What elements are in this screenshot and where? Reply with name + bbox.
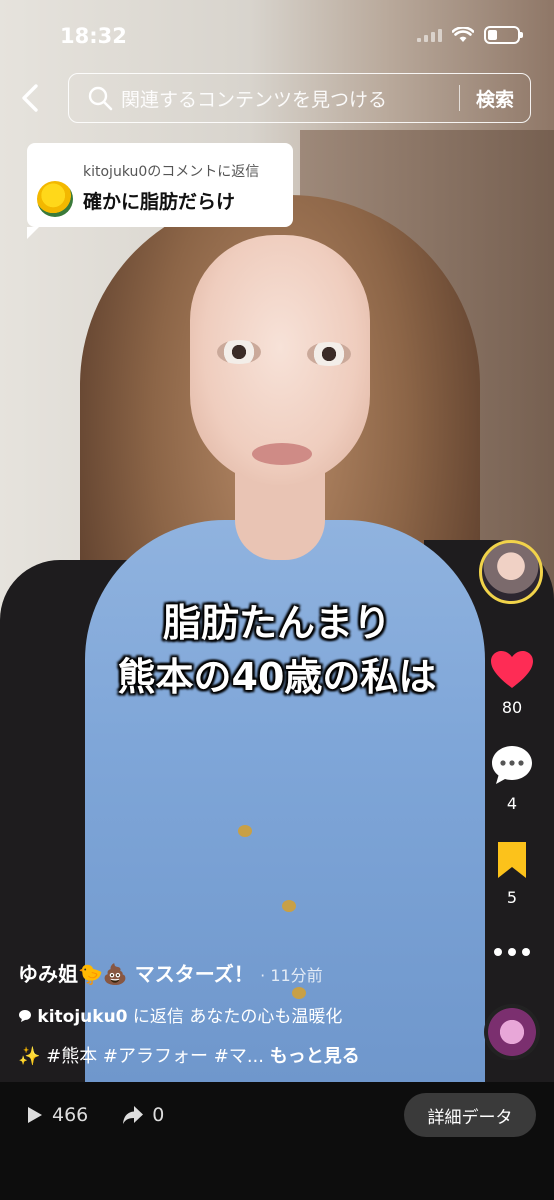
eye-right <box>307 342 351 366</box>
reply-user[interactable]: kitojuku0 <box>37 1007 127 1027</box>
reply-info-line: kitojuku0 に返信 あなたの心も温暖化 <box>18 1002 342 1027</box>
post-stats: 466 0 <box>26 1104 164 1126</box>
save-button[interactable]: 5 <box>482 840 542 907</box>
shirt-button <box>292 987 306 999</box>
heart-icon <box>491 651 533 688</box>
video-caption-line1: 脂肪たんまり <box>162 601 391 645</box>
status-icons <box>417 26 523 44</box>
signal-icon <box>417 28 442 42</box>
share-count: 0 <box>152 1104 165 1126</box>
play-stat: 466 <box>26 1104 88 1126</box>
reply-label: に返信 <box>132 1007 184 1027</box>
speech-bubble-icon <box>19 1010 31 1022</box>
shirt-button <box>238 825 252 837</box>
post-time: · 11分前 <box>260 966 323 985</box>
comment-count: 4 <box>506 794 518 813</box>
battery-icon <box>484 26 523 44</box>
bookmark-icon <box>498 842 526 878</box>
comment-button[interactable]: 4 <box>482 744 542 813</box>
reply-comment-sticker[interactable]: kitojuku0のコメントに返信 確かに脂肪だらけ <box>27 143 293 239</box>
search-bar[interactable]: 関連するコンテンツを見つける 検索 <box>68 73 531 123</box>
wifi-icon <box>452 27 474 42</box>
more-dots-icon <box>494 948 530 956</box>
search-input[interactable]: 関連するコンテンツを見つける <box>121 85 459 112</box>
shirt-button <box>282 900 296 912</box>
eye-left <box>217 340 261 364</box>
back-arrow-icon[interactable] <box>14 80 50 116</box>
share-stat: 0 <box>122 1104 164 1126</box>
share-arrow-icon <box>123 1106 144 1124</box>
hashtags[interactable]: ✨ #熊本 #アラフォー #マ... <box>18 1046 264 1067</box>
reply-card-text: 確かに脂肪だらけ <box>83 191 236 213</box>
play-icon <box>28 1107 42 1123</box>
search-icon <box>88 86 113 111</box>
like-button[interactable]: 80 <box>482 650 542 717</box>
author-avatar[interactable] <box>479 540 543 604</box>
reply-card-header: kitojuku0のコメントに返信 <box>83 164 260 180</box>
more-options-button[interactable] <box>482 944 542 963</box>
status-time: 18:32 <box>60 24 127 48</box>
save-count: 5 <box>506 888 518 907</box>
see-more-link[interactable]: もっと見る <box>270 1046 360 1067</box>
like-count: 80 <box>501 698 523 717</box>
author-name[interactable]: ゆみ姐🐤💩 マスターズ！ <box>18 962 254 986</box>
author-line: ゆみ姐🐤💩 マスターズ！ · 11分前 <box>18 958 323 987</box>
search-button[interactable]: 検索 <box>460 85 530 112</box>
lips <box>252 443 312 465</box>
description-line: ✨ #熊本 #アラフォー #マ... もっと見る <box>18 1042 360 1068</box>
video-caption-line2: 熊本の40歳の私は <box>117 655 437 699</box>
reply-text: あなたの心も温暖化 <box>189 1007 343 1027</box>
commenter-avatar <box>37 181 73 217</box>
details-data-button[interactable]: 詳細データ <box>404 1093 536 1137</box>
play-count: 466 <box>52 1104 89 1126</box>
comment-icon <box>492 746 532 784</box>
music-disc-icon[interactable] <box>484 1004 540 1060</box>
